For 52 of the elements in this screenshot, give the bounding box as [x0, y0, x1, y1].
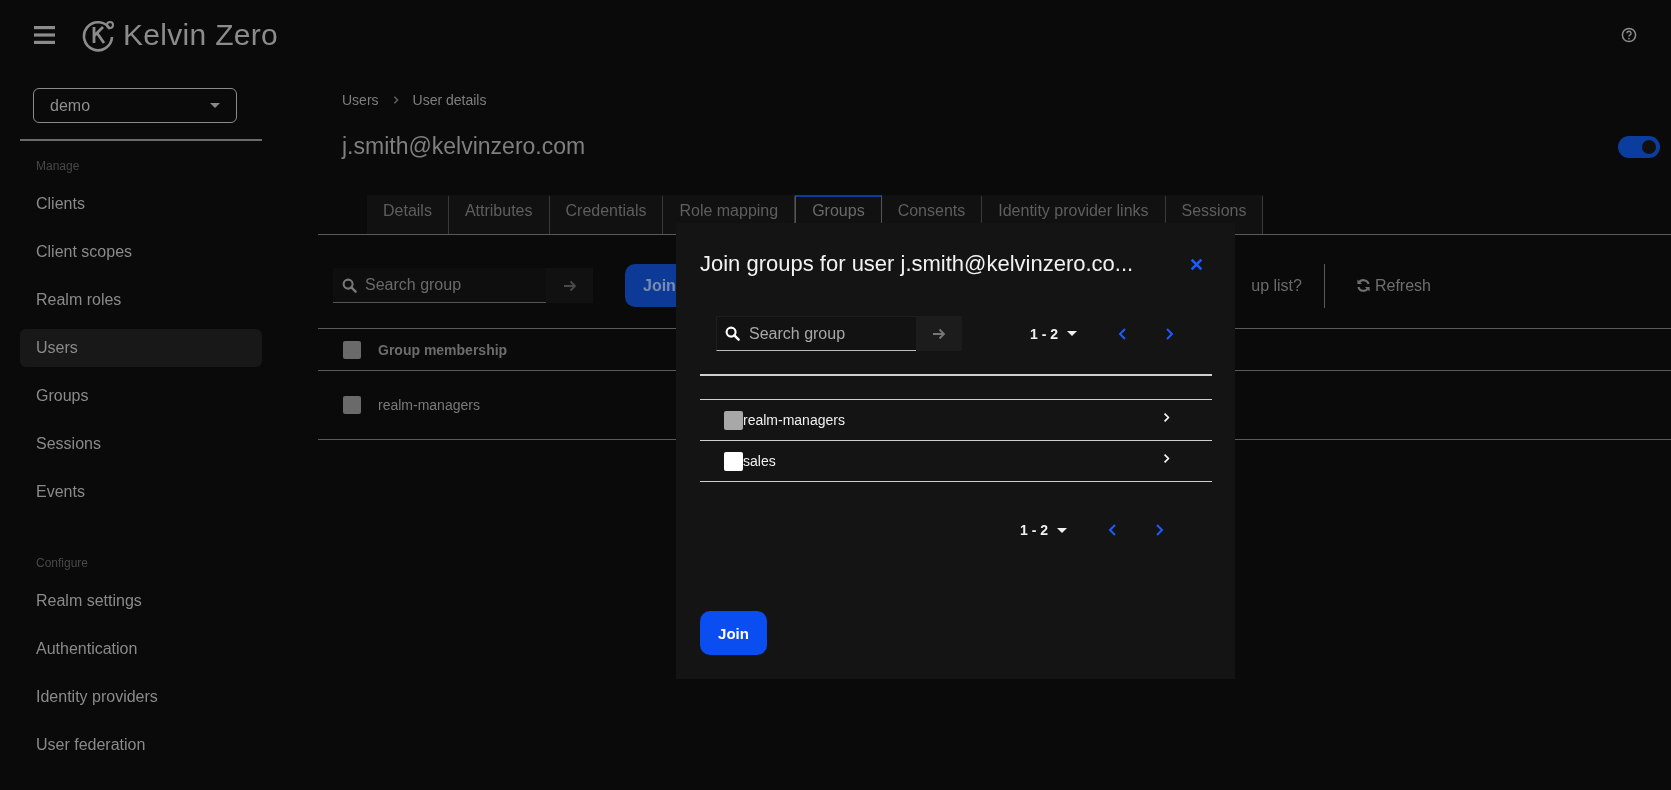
search-field[interactable]: Search group [333, 268, 546, 303]
pagination-dropdown[interactable]: 1 - 2 [1020, 522, 1067, 538]
checkbox[interactable] [724, 451, 743, 471]
refresh-button[interactable]: Refresh [1355, 276, 1431, 295]
search-icon [725, 326, 740, 341]
chevron-right-icon [392, 95, 399, 105]
tab[interactable]: Credentials [549, 195, 664, 234]
tab[interactable]: Attributes [448, 195, 550, 234]
caret-icon [1057, 527, 1067, 533]
refresh-icon [1355, 278, 1371, 293]
nav-item[interactable]: Realm roles [20, 281, 262, 319]
list-item[interactable]: sales [700, 441, 1212, 482]
nav-item[interactable]: Authentication [20, 630, 262, 668]
enabled-toggle[interactable] [1618, 135, 1660, 158]
nav-item[interactable]: Events [20, 473, 262, 511]
page-title: j.smith@kelvinzero.com [342, 133, 587, 160]
brand-name: Kelvin Zero [123, 18, 279, 52]
caret-icon [210, 103, 220, 108]
search-icon [342, 278, 357, 293]
breadcrumb-link[interactable]: Users [342, 92, 379, 108]
search-submit-button[interactable] [916, 316, 962, 351]
search-field[interactable]: Search group [716, 316, 917, 351]
next-page-icon[interactable] [1155, 524, 1164, 536]
section-heading: Configure [35, 556, 90, 570]
nav-item[interactable]: Client scopes [20, 233, 262, 271]
realm-dropdown[interactable]: demo [33, 88, 237, 123]
nav-item[interactable]: Groups [20, 377, 262, 415]
pagination-dropdown[interactable]: 1 - 2 [1030, 325, 1077, 342]
chevron-right-icon [1163, 452, 1170, 464]
nav-item[interactable]: Realm settings [20, 582, 262, 620]
previous-page-icon[interactable] [1118, 327, 1127, 340]
toolbar-label: up list? [1251, 276, 1302, 295]
help-icon[interactable] [1621, 27, 1637, 43]
column-header: Group membership [378, 341, 508, 358]
caret-icon [1067, 331, 1077, 336]
table-cell: realm-managers [378, 397, 480, 413]
menu-icon[interactable] [34, 26, 55, 44]
nav-item[interactable]: Sessions [20, 425, 262, 463]
nav-item[interactable]: Identity providers [20, 678, 262, 716]
close-icon[interactable] [1190, 257, 1203, 271]
nav-item[interactable]: User federation [20, 726, 262, 764]
checkbox[interactable] [343, 396, 361, 414]
previous-page-icon[interactable] [1108, 524, 1117, 536]
tab[interactable]: Details [367, 195, 449, 234]
nav-item[interactable]: Users [20, 329, 262, 367]
breadcrumb-link[interactable]: User details [412, 92, 487, 108]
chevron-right-icon [1163, 411, 1170, 423]
checkbox[interactable] [343, 340, 361, 359]
next-page-icon[interactable] [1165, 327, 1174, 340]
section-heading: Manage [35, 159, 81, 173]
nav-item[interactable]: Clients [20, 185, 262, 223]
join-button[interactable]: Join [700, 611, 767, 655]
